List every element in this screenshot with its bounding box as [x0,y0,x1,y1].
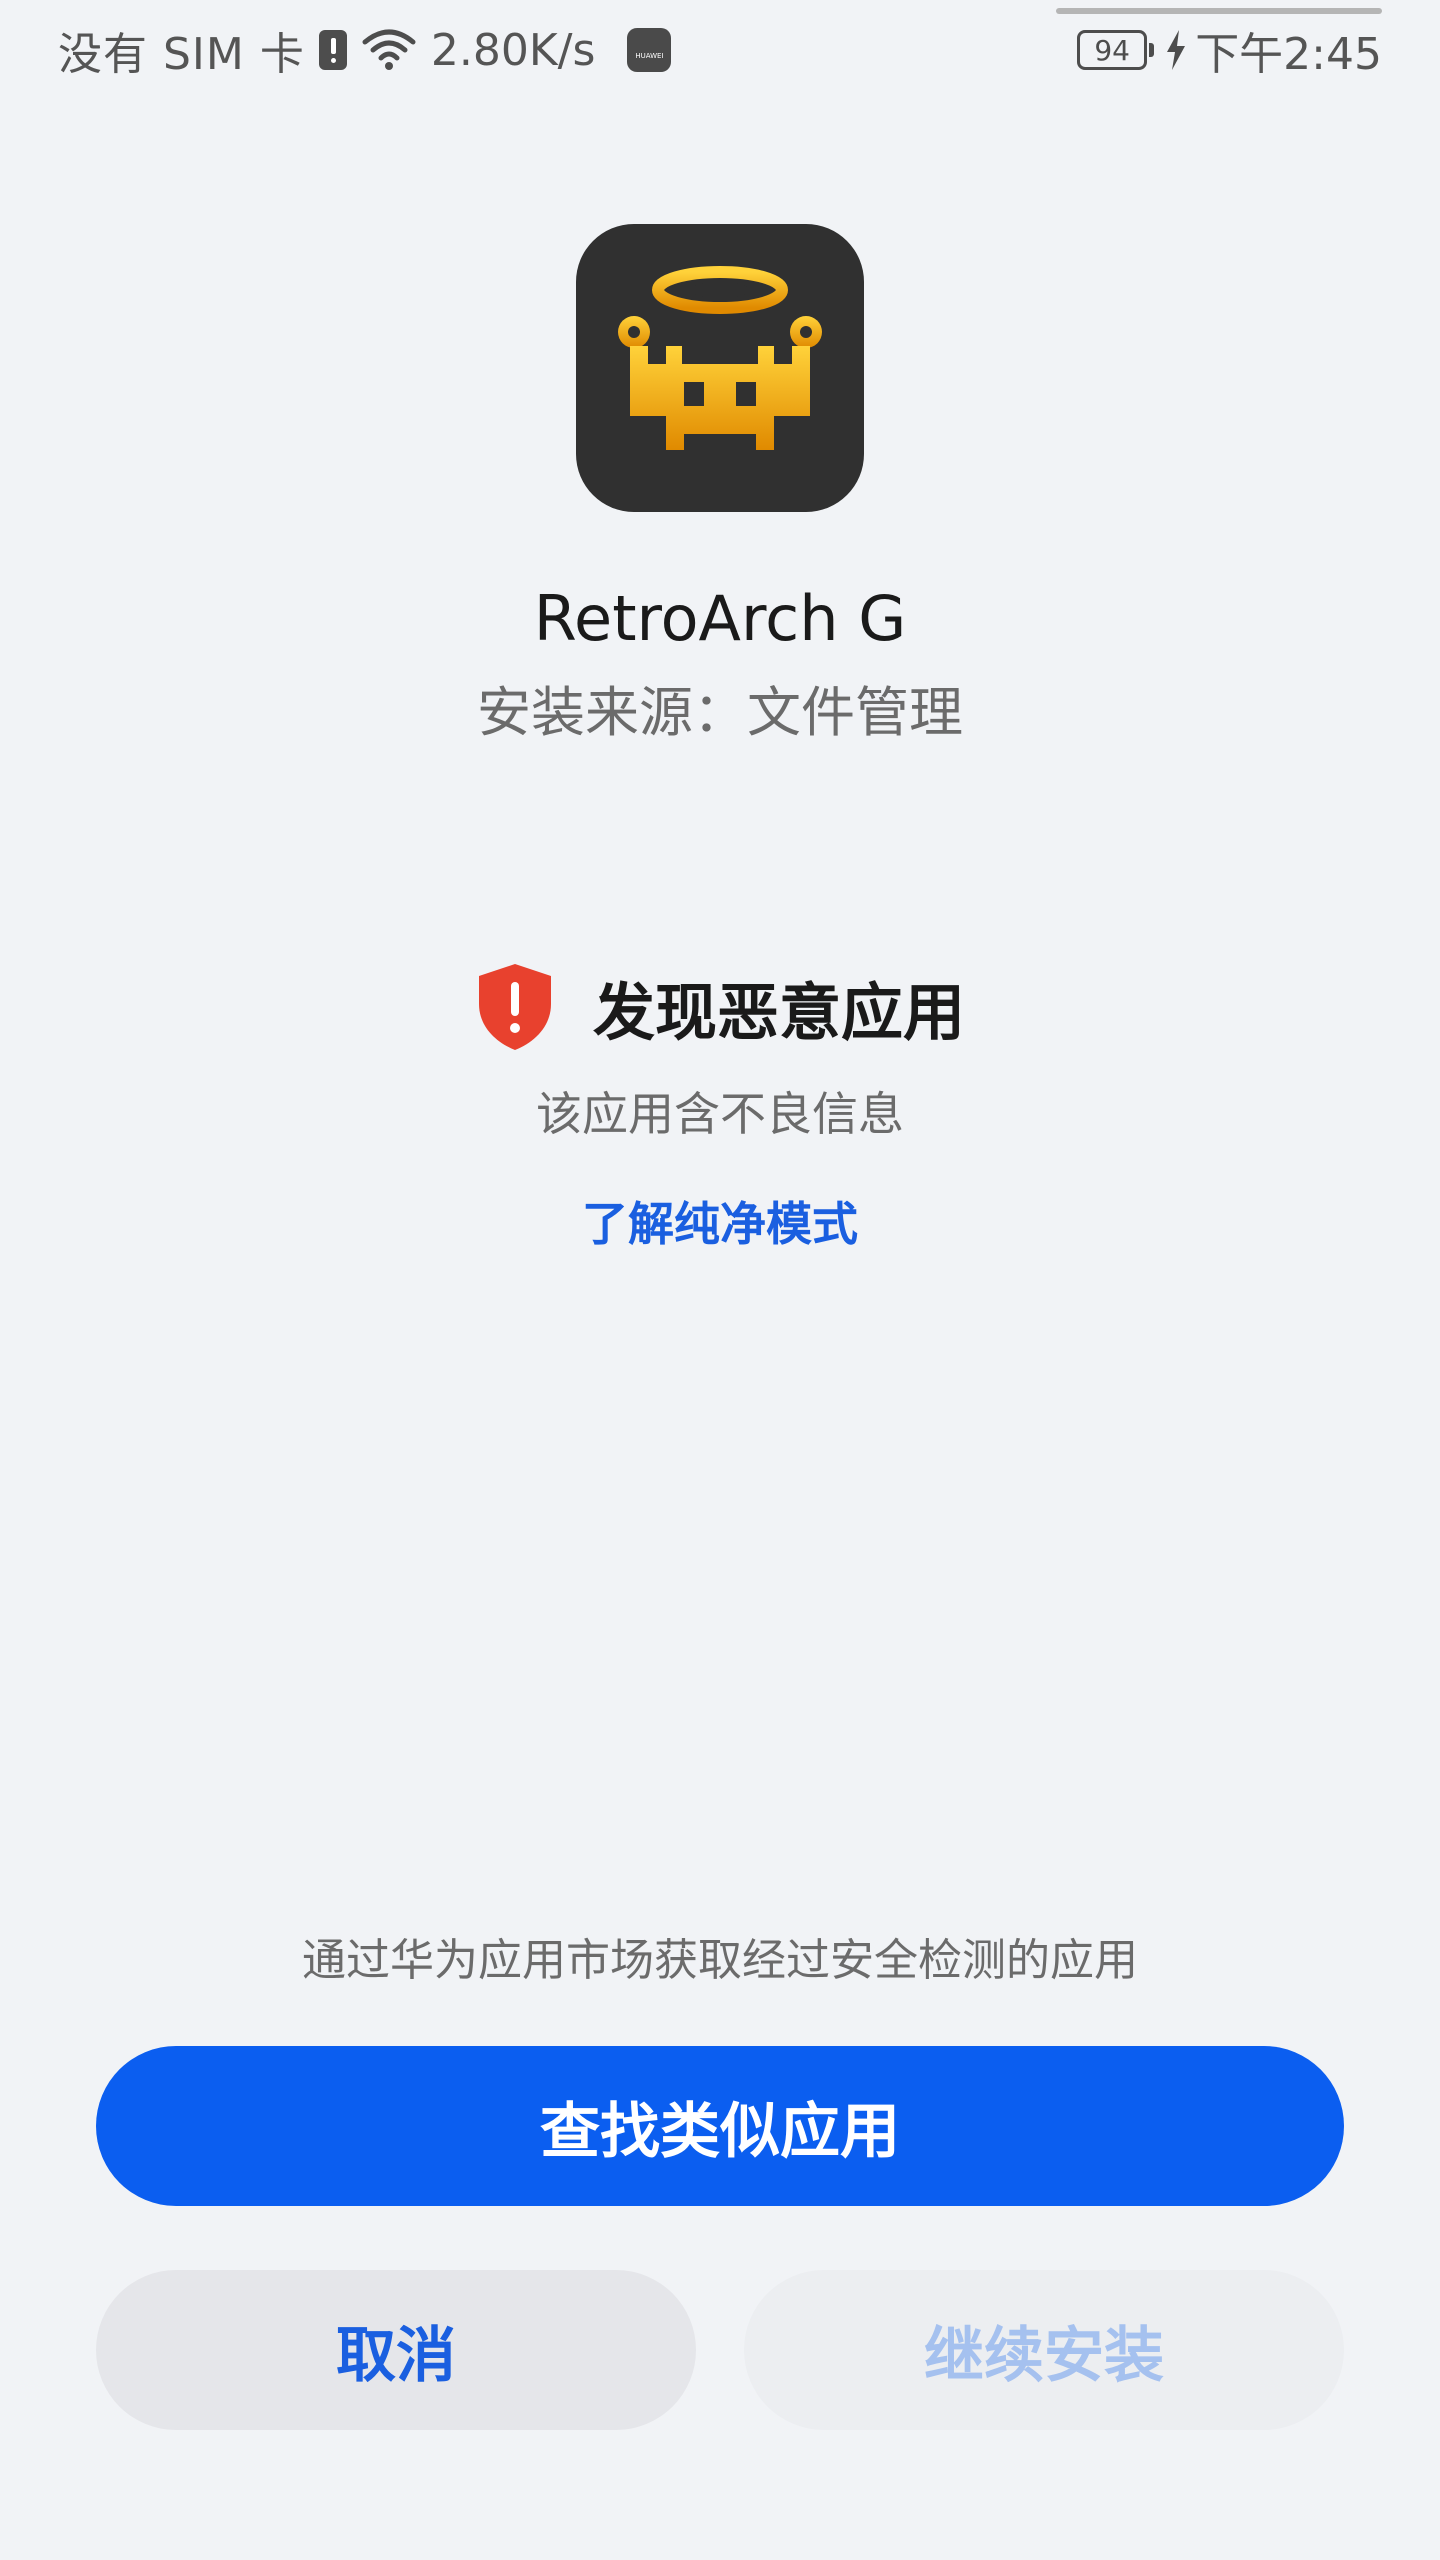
continue-install-button[interactable]: 继续安装 [744,2270,1344,2430]
cancel-button[interactable]: 取消 [96,2270,696,2430]
warning-description: 该应用含不良信息 [536,1087,904,1141]
network-speed: 2.80K/s [430,24,596,76]
status-left: 没有 SIM 卡 2.80K/s [58,20,672,80]
retroarch-app-icon [576,224,864,512]
warning-title: 发现恶意应用 [592,976,965,1049]
sim-alert-icon [318,30,347,70]
app-name: RetroArch G [533,582,907,655]
battery-icon: 94 [1077,30,1155,70]
top-indicator-line [1056,8,1382,14]
find-similar-apps-button[interactable]: 查找类似应用 [96,2046,1344,2206]
wifi-icon [361,28,417,72]
install-source: 安装来源：文件管理 [477,681,963,744]
market-hint: 通过华为应用市场获取经过安全检测的应用 [302,1935,1138,1986]
carrier-text: 没有 SIM 卡 [58,29,305,80]
clock: 下午2:45 [1195,29,1382,80]
battery-level: 94 [1094,33,1130,67]
warning-header: 发现恶意应用 [0,962,1440,1052]
status-bar: 没有 SIM 卡 2.80K/s 94 下午2:45 [0,0,1440,100]
huawei-icon [627,28,672,72]
charging-icon [1165,28,1187,72]
learn-pure-mode-link[interactable]: 了解纯净模式 [570,1188,870,1254]
shield-warning-icon [475,962,555,1052]
status-right: 94 下午2:45 [1077,20,1382,80]
